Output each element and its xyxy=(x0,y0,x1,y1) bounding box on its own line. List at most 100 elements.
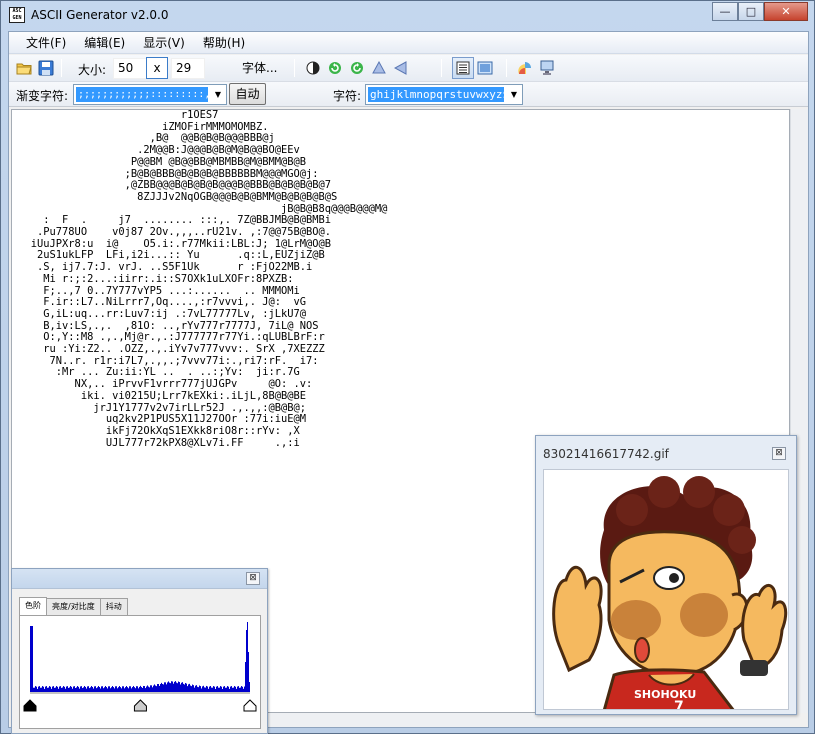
toolbar-separator xyxy=(294,59,295,77)
close-button[interactable]: ✕ xyxy=(764,2,808,21)
histogram-bar xyxy=(124,688,125,692)
histogram-bar xyxy=(175,681,176,692)
menu-view[interactable]: 显示(V) xyxy=(134,32,194,54)
histogram-bar xyxy=(58,688,59,692)
minimize-button[interactable]: — xyxy=(712,2,738,21)
histogram-bar xyxy=(142,687,143,692)
histogram-bar xyxy=(151,685,152,692)
histogram-bar xyxy=(234,686,235,692)
histogram-bar xyxy=(227,686,228,692)
panel-close-icon[interactable]: ⊠ xyxy=(246,572,260,585)
histogram-bar xyxy=(70,686,71,692)
histogram-bar xyxy=(189,683,190,692)
histogram-bar xyxy=(87,686,88,692)
open-folder-icon[interactable] xyxy=(15,59,33,77)
tab-dither[interactable]: 抖动 xyxy=(99,598,128,615)
histogram-bar xyxy=(115,686,116,692)
histogram-bar xyxy=(201,688,202,692)
histogram-bar xyxy=(167,682,168,692)
monitor-icon[interactable] xyxy=(538,59,556,77)
tab-levels[interactable]: 色阶 xyxy=(19,597,47,615)
histogram-bar xyxy=(74,686,75,692)
chars-value[interactable]: ghijklmnopqrstuvwxyz$ xyxy=(368,87,504,102)
histogram-bar xyxy=(170,683,171,692)
title-bar[interactable]: ASC GEN ASCII Generator v2.0.0 — □ ✕ xyxy=(1,1,814,31)
menu-help[interactable]: 帮助(H) xyxy=(194,32,254,54)
chars-combobox[interactable]: ghijklmnopqrstuvwxyz$ ▼ xyxy=(365,84,523,105)
histogram-bar xyxy=(194,687,195,692)
tab-brightness-contrast[interactable]: 亮度/对比度 xyxy=(46,598,101,615)
flip-horizontal-icon[interactable] xyxy=(392,59,410,77)
menu-file[interactable]: 文件(F) xyxy=(17,32,75,54)
midtone-slider[interactable] xyxy=(133,699,147,712)
histogram-bar xyxy=(63,686,64,692)
preview-close-icon[interactable]: ⊠ xyxy=(772,447,786,460)
histogram-bar xyxy=(182,682,183,692)
histogram-bar xyxy=(226,687,227,692)
black-point-slider[interactable] xyxy=(23,699,37,712)
histogram-bar xyxy=(145,688,146,692)
rotate-cw-icon[interactable] xyxy=(348,59,366,77)
lock-ratio-toggle[interactable]: x xyxy=(146,57,168,79)
histogram-bar xyxy=(149,687,150,692)
ascii-art-text[interactable]: r1OES7 iZMOFirMMMOMOMBZ. ,B@ @@B@B@B@@@B… xyxy=(12,110,789,449)
histogram-bar xyxy=(132,687,133,692)
histogram-bar xyxy=(43,686,44,692)
histogram-bar xyxy=(153,685,154,692)
color-palette-icon[interactable] xyxy=(516,59,534,77)
histogram-bar xyxy=(212,687,213,692)
histogram-bar xyxy=(193,685,194,692)
chevron-down-icon[interactable]: ▼ xyxy=(210,85,226,104)
histogram-bar xyxy=(232,687,233,692)
maximize-button[interactable]: □ xyxy=(738,2,764,21)
invert-icon[interactable] xyxy=(304,59,322,77)
histogram-bar xyxy=(92,686,93,692)
width-input[interactable]: 50 xyxy=(113,58,147,79)
histogram-bar xyxy=(78,686,79,692)
rotate-ccw-icon[interactable] xyxy=(326,59,344,77)
auto-button[interactable]: 自动 xyxy=(229,83,266,105)
histogram-bar xyxy=(46,686,47,692)
image-mode-icon[interactable] xyxy=(476,59,494,77)
histogram-bar xyxy=(109,686,110,692)
save-icon[interactable] xyxy=(37,59,55,77)
levels-panel-titlebar[interactable]: ⊠ xyxy=(12,569,267,589)
size-label: 大小: xyxy=(78,63,107,77)
histogram-bar xyxy=(126,685,127,692)
histogram-bar xyxy=(169,682,170,692)
histogram-bar xyxy=(174,681,175,692)
histogram-bar xyxy=(119,685,120,692)
white-point-slider[interactable] xyxy=(243,699,257,712)
histogram-bar xyxy=(162,683,163,692)
toolbar-separator xyxy=(61,59,62,77)
maximize-icon: □ xyxy=(745,5,757,18)
histogram-bar xyxy=(59,686,60,692)
histogram-bar xyxy=(57,686,58,692)
text-mode-toggle[interactable] xyxy=(452,57,474,79)
histogram-bar xyxy=(139,686,140,692)
font-button[interactable]: 字体... xyxy=(238,57,281,79)
histogram-bar xyxy=(47,687,48,692)
histogram-bar xyxy=(121,688,122,692)
histogram-bar xyxy=(71,686,72,692)
gradient-chars-value[interactable]: ;;;;;;;;;;;;:::::::::,:,,,.,.,.,,,,,,,..… xyxy=(76,87,208,102)
histogram-bar xyxy=(86,688,87,692)
menu-edit[interactable]: 编辑(E) xyxy=(75,32,134,54)
histogram-bar xyxy=(233,687,234,692)
histogram-bar xyxy=(95,686,96,692)
histogram-bar xyxy=(248,652,249,692)
height-input[interactable]: 29 xyxy=(171,58,205,79)
histogram-bar xyxy=(55,687,56,692)
histogram-bar xyxy=(206,685,207,692)
histogram-bar xyxy=(213,686,214,692)
flip-vertical-icon[interactable] xyxy=(370,59,388,77)
chevron-down-icon[interactable]: ▼ xyxy=(506,85,522,104)
histogram-bar xyxy=(103,688,104,692)
histogram-bar xyxy=(152,687,153,692)
histogram-bar xyxy=(154,684,155,692)
histogram-bar xyxy=(69,687,70,692)
histogram-bar xyxy=(187,686,188,692)
histogram-bar xyxy=(163,684,164,692)
histogram-bar xyxy=(85,686,86,692)
gradient-chars-combobox[interactable]: ;;;;;;;;;;;;:::::::::,:,,,.,.,.,,,,,,,..… xyxy=(73,84,227,105)
